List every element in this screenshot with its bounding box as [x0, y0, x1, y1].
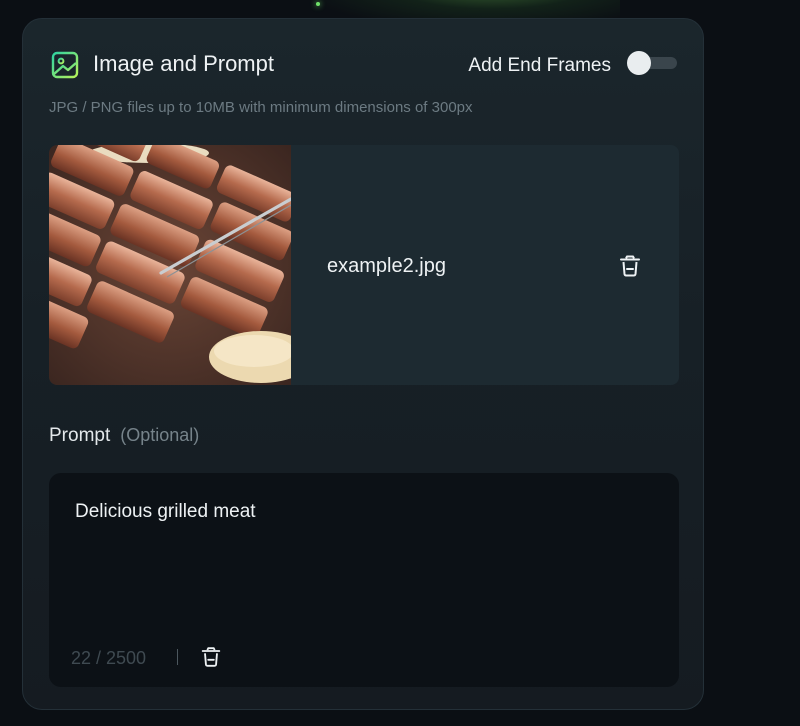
character-count: 22 / 2500 — [71, 648, 147, 668]
uploaded-file-row: example2.jpg — [49, 145, 679, 385]
uploaded-image-thumbnail[interactable] — [49, 145, 291, 385]
clear-prompt-button[interactable] — [199, 645, 223, 669]
panel-header: Image and Prompt Add End Frames — [49, 47, 679, 83]
add-end-frames-toggle[interactable] — [627, 51, 677, 75]
add-end-frames-label: Add End Frames — [468, 55, 611, 76]
image-icon — [49, 49, 81, 81]
prompt-text: Delicious grilled meat — [75, 501, 256, 522]
toggle-knob — [627, 51, 651, 75]
prompt-label-text: Prompt — [49, 425, 111, 446]
upload-hint: JPG / PNG files up to 10MB with minimum … — [49, 99, 473, 116]
trash-icon — [617, 255, 643, 283]
background-glow-dot — [316, 2, 320, 6]
prompt-textarea[interactable]: Delicious grilled meat 22 / 2500 — [49, 473, 679, 687]
uploaded-file-name: example2.jpg — [327, 255, 446, 277]
footer-divider — [177, 649, 178, 665]
prompt-label: Prompt (Optional) — [49, 425, 199, 447]
panel-title: Image and Prompt — [93, 51, 274, 76]
image-and-prompt-panel: Image and Prompt Add End Frames JPG / PN… — [22, 18, 704, 710]
delete-file-button[interactable] — [617, 253, 643, 279]
trash-icon — [199, 647, 223, 673]
prompt-optional-label: (Optional) — [120, 425, 200, 445]
